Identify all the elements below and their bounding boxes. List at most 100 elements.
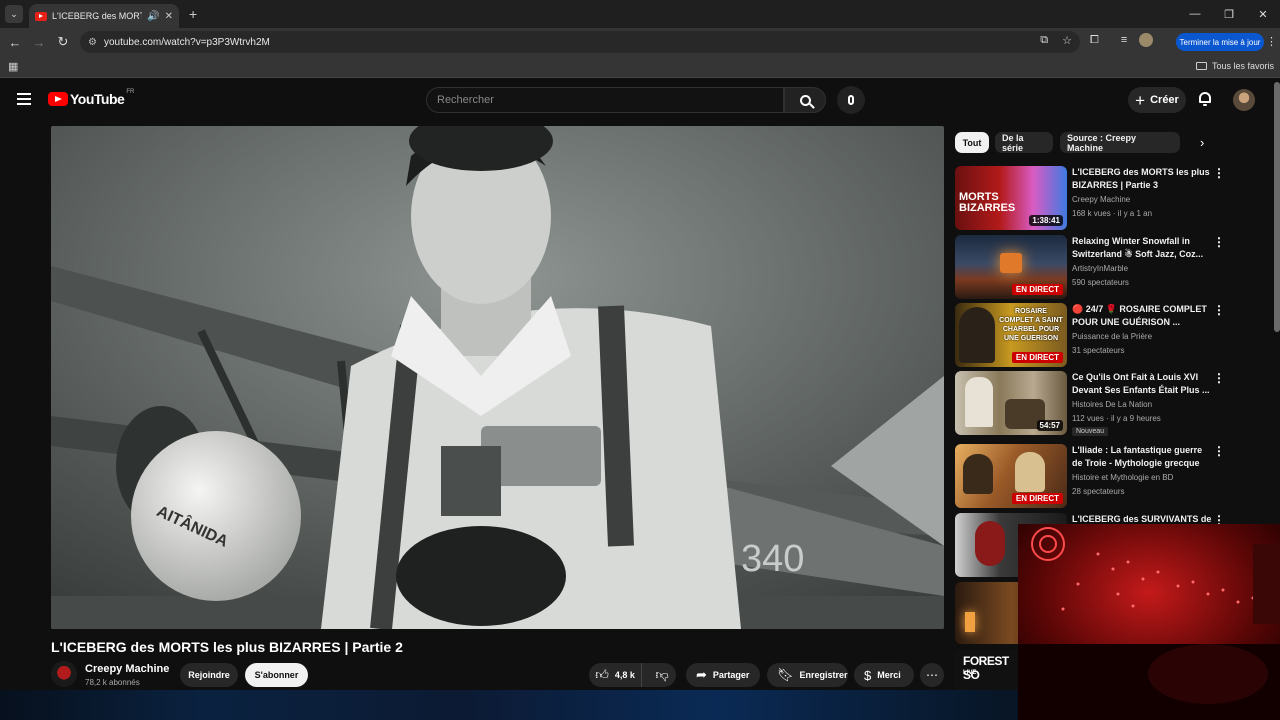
recommendation-title: Relaxing Winter Snowfall in Switzerland … (1072, 236, 1204, 259)
microphone-icon (848, 95, 854, 105)
new-badge: Nouveau (1072, 427, 1109, 436)
account-avatar[interactable] (1233, 89, 1255, 111)
more-actions-icon[interactable]: ⋯ (920, 663, 944, 687)
like-dislike-group: 👍︎ 4,8 k 👎︎ (589, 663, 676, 687)
live-badge: EN DIRECT (1011, 284, 1063, 295)
close-window-icon[interactable]: ✕ (1246, 8, 1280, 21)
folder-icon (1195, 62, 1207, 70)
recommendation-item[interactable]: ROSAIRE COMPLET A SAINT CHARBEL POUR UNE… (955, 303, 1275, 367)
cast-icon[interactable]: ⧉ (1040, 34, 1048, 47)
share-icon: ➦ (696, 667, 707, 682)
recommendation-meta: 112 vues · il y a 9 heures (1072, 414, 1161, 423)
chevron-right-icon[interactable]: › (1200, 135, 1204, 150)
item-menu-icon[interactable]: ⋮ (1213, 235, 1225, 249)
recommendation-item[interactable]: EN DIRECT L'Iliade : La fantastique guer… (955, 444, 1275, 508)
chip-source[interactable]: Source : Creepy Machine (1060, 132, 1180, 153)
site-info-icon[interactable]: ⚙ (88, 37, 97, 48)
reload-icon[interactable]: ↻ (51, 34, 75, 50)
notifications-bell-icon[interactable] (1198, 92, 1212, 106)
url-field[interactable]: ⚙ youtube.com/watch?v=p3P3Wtrvh2M ⧉ ☆ (80, 31, 1080, 53)
country-code: FR (126, 89, 135, 95)
apps-grid-icon[interactable]: ▦ (8, 60, 18, 73)
join-button[interactable]: Rejoindre (180, 663, 238, 687)
thumbnail-text: MORTS BIZARRES (959, 191, 1016, 214)
recommendation-thumbnail-forest[interactable]: FOREST SO LIVE (955, 650, 1019, 690)
duration-badge: 54:57 (1036, 420, 1063, 431)
browser-menu-icon[interactable]: ⋮ (1266, 35, 1277, 48)
minimize-icon[interactable]: — (1178, 8, 1212, 20)
dislike-button[interactable]: 👎︎ (648, 667, 676, 683)
bookmark-star-icon[interactable]: ☆ (1062, 34, 1072, 47)
profile-avatar[interactable] (1139, 33, 1154, 47)
video-title: L'ICEBERG des MORTS les plus BIZARRES | … (51, 639, 403, 655)
recommendation-channel: Histoires De La Nation (1072, 400, 1153, 409)
youtube-play-icon (48, 92, 68, 106)
save-button[interactable]: 🔖︎ Enregistrer (767, 663, 848, 687)
hamburger-menu-icon[interactable] (17, 93, 31, 108)
tab-audio-icon[interactable]: 🔊 (147, 11, 159, 22)
webcam-overlay (1018, 524, 1280, 720)
thanks-button[interactable]: $ Merci (854, 663, 914, 687)
super-thanks-icon: $ (864, 667, 872, 683)
thanks-label: Merci (877, 670, 901, 680)
search-icon (799, 94, 811, 106)
tab-search-icon[interactable]: ⌄ (5, 5, 23, 23)
live-badge: EN DIRECT (1011, 352, 1063, 363)
restore-icon[interactable]: ❐ (1212, 8, 1246, 21)
recommendation-item[interactable]: 54:57 Ce Qu'ils Ont Fait à Louis XVI Dev… (955, 371, 1275, 436)
extensions-icon[interactable]: ⧠ (1090, 34, 1099, 47)
recommendation-meta: 168 k vues · il y a 1 an (1072, 209, 1153, 218)
recommendation-title: Ce Qu'ils Ont Fait à Louis XVI Devant Se… (1072, 372, 1210, 395)
tab-close-icon[interactable]: ✕ (165, 11, 173, 22)
item-menu-icon[interactable]: ⋮ (1213, 303, 1225, 317)
item-menu-icon[interactable]: ⋮ (1213, 444, 1225, 458)
voice-search-button[interactable] (837, 86, 865, 114)
recommendation-thumbnail: EN DIRECT (955, 235, 1067, 299)
update-button[interactable]: Terminer la mise à jour (1176, 33, 1264, 51)
browser-tab[interactable]: L'ICEBERG des MORTS les p 🔊 ✕ (29, 4, 179, 28)
reading-list-icon[interactable]: ≡ (1121, 34, 1127, 46)
like-button[interactable]: 👍︎ 4,8 k (589, 663, 643, 687)
search-input[interactable]: Rechercher (426, 87, 784, 113)
recommendation-thumbnail: ROSAIRE COMPLET A SAINT CHARBEL POUR UNE… (955, 303, 1067, 367)
back-icon[interactable]: ← (3, 35, 27, 50)
thumbnail-text: ROSAIRE COMPLET A SAINT CHARBEL POUR UNE… (999, 308, 1063, 342)
new-tab-icon[interactable]: + (189, 6, 197, 22)
all-bookmarks-button[interactable]: Tous les favoris (1195, 61, 1274, 71)
subscribe-button[interactable]: S'abonner (245, 663, 308, 687)
recommendation-meta: 28 spectateurs (1072, 487, 1125, 496)
recommendation-item[interactable]: EN DIRECT Relaxing Winter Snowfall in Sw… (955, 235, 1275, 299)
item-menu-icon[interactable]: ⋮ (1213, 166, 1225, 180)
search-button[interactable] (784, 87, 826, 113)
youtube-wordmark: YouTube (70, 91, 125, 107)
tab-title: L'ICEBERG des MORTS les p (52, 11, 142, 21)
recommendation-thumbnail: EN DIRECT (955, 444, 1067, 508)
recommendation-channel: Creepy Machine (1072, 195, 1131, 204)
recommendation-channel: Puissance de la Prière (1072, 332, 1153, 341)
thumbs-up-icon: 👍︎ (595, 667, 609, 682)
subscriber-count: 78,2 k abonnés (85, 678, 140, 687)
share-label: Partager (712, 670, 750, 680)
forward-icon[interactable]: → (27, 35, 51, 50)
item-menu-icon[interactable]: ⋮ (1213, 371, 1225, 385)
recommendation-item[interactable]: MORTS BIZARRES 1:38:41 L'ICEBERG des MOR… (955, 166, 1275, 230)
chip-series[interactable]: De la série (995, 132, 1053, 153)
channel-name[interactable]: Creepy Machine (85, 663, 169, 675)
youtube-header: YouTube FR Rechercher + Créer (0, 80, 1280, 120)
below-fold-thumbnail-strip (0, 690, 1020, 720)
video-player[interactable]: 340 AITÂNIDA (51, 126, 944, 629)
duration-badge: 1:38:41 (1029, 215, 1063, 226)
bookmarks-bar: ▦ Tous les favoris (0, 56, 1280, 78)
create-button[interactable]: + Créer (1128, 87, 1186, 113)
share-button[interactable]: ➦ Partager (686, 663, 760, 687)
window-controls: — ❐ ✕ (1178, 0, 1280, 28)
url-text: youtube.com/watch?v=p3P3Wtrvh2M (103, 36, 270, 48)
forest-live-label: LIVE (963, 670, 977, 676)
address-bar-row: ← → ↻ ⚙ youtube.com/watch?v=p3P3Wtrvh2M … (0, 28, 1280, 56)
youtube-logo[interactable]: YouTube FR (48, 89, 135, 107)
channel-avatar[interactable] (51, 661, 77, 687)
recommendation-channel: Histoire et Mythologie en BD (1072, 473, 1174, 482)
recommendation-thumbnail: MORTS BIZARRES 1:38:41 (955, 166, 1067, 230)
chip-all[interactable]: Tout (955, 132, 989, 153)
like-count: 4,8 k (614, 670, 635, 680)
